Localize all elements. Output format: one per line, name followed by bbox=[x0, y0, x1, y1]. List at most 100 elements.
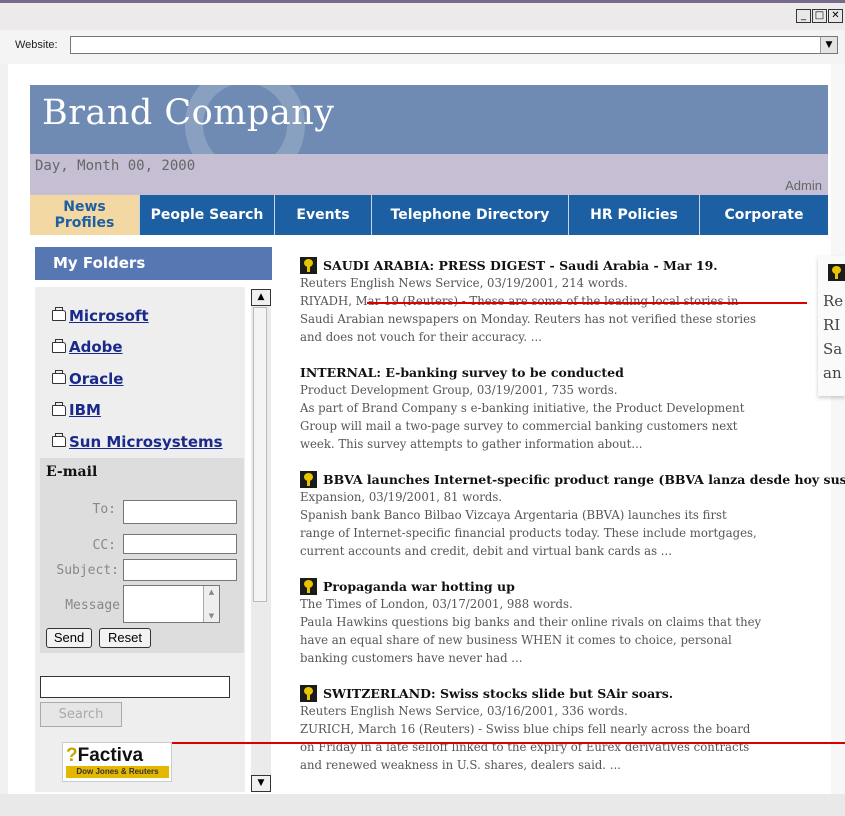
to-field[interactable] bbox=[123, 500, 237, 524]
headline-text: SAUDI ARABIA: PRESS DIGEST - Saudi Arabi… bbox=[323, 257, 718, 273]
tab-label: Profiles bbox=[54, 215, 115, 231]
search-button[interactable]: Search bbox=[40, 702, 122, 727]
callout-line: an bbox=[823, 364, 842, 382]
brand-title: Brand Company bbox=[42, 93, 335, 133]
scroll-thumb[interactable] bbox=[253, 307, 267, 602]
factiva-logo: ?Factiva Dow Jones & Reuters bbox=[62, 742, 172, 782]
folder-label: Sun Microsystems bbox=[69, 432, 223, 451]
folder-label: Oracle bbox=[69, 369, 124, 388]
main-nav: News Profiles People Search Events Telep… bbox=[30, 195, 828, 235]
brand-banner: Brand Company bbox=[30, 85, 828, 154]
scroll-down-button[interactable]: ▼ bbox=[251, 775, 271, 792]
key-icon bbox=[300, 470, 317, 488]
reset-button[interactable]: Reset bbox=[99, 628, 151, 648]
news-item: INTERNAL: E-banking survey to be conduct… bbox=[300, 363, 810, 470]
folder-microsoft[interactable]: Microsoft bbox=[52, 300, 223, 332]
email-title: E-mail bbox=[46, 464, 98, 480]
address-label: Website: bbox=[15, 39, 58, 51]
folder-ibm[interactable]: IBM bbox=[52, 395, 223, 427]
article-source: Product Development Group, 03/19/2001, 7… bbox=[300, 383, 618, 397]
window-controls: _ □ ✕ bbox=[796, 9, 843, 23]
tab-news-profiles[interactable]: News Profiles bbox=[30, 195, 140, 235]
article-source: Reuters English News Service, 03/19/2001… bbox=[300, 276, 628, 290]
article-headline-link[interactable]: SAUDI ARABIA: PRESS DIGEST - Saudi Arabi… bbox=[300, 256, 810, 274]
callout-line: Sa bbox=[823, 340, 843, 358]
callout-line: Re bbox=[823, 292, 844, 310]
tab-corporate[interactable]: Corporate bbox=[700, 195, 828, 235]
article-snippet-line: Paula Hawkins questions big banks and th… bbox=[300, 615, 762, 629]
folder-label: IBM bbox=[69, 401, 101, 420]
article-headline-link[interactable]: SWITZERLAND: Swiss stocks slide but SAir… bbox=[300, 684, 810, 702]
article-headline-link[interactable]: BBVA launches Internet-specific product … bbox=[300, 470, 845, 488]
cc-label: CC: bbox=[92, 538, 116, 553]
folder-icon bbox=[52, 338, 66, 353]
website-url-combobox[interactable]: ▼ bbox=[70, 36, 838, 54]
folder-icon bbox=[52, 433, 66, 448]
maximize-button[interactable]: □ bbox=[812, 9, 827, 23]
tab-label: Events bbox=[296, 207, 350, 223]
send-button[interactable]: Send bbox=[46, 628, 92, 648]
message-scrollbar[interactable]: ▲ ▼ bbox=[203, 586, 219, 622]
tab-label: Telephone Directory bbox=[390, 207, 550, 223]
key-icon bbox=[300, 256, 317, 274]
folder-sun-microsystems[interactable]: Sun Microsystems bbox=[52, 426, 223, 458]
folder-adobe[interactable]: Adobe bbox=[52, 332, 223, 364]
factiva-tagline: Dow Jones & Reuters bbox=[66, 766, 169, 778]
article-snippet-line: RIYADH, Mar 19 (Reuters) - These are som… bbox=[300, 294, 739, 308]
admin-link[interactable]: Admin bbox=[785, 178, 822, 193]
frame-left-edge bbox=[0, 64, 8, 794]
folder-icon bbox=[52, 307, 66, 322]
minimize-button[interactable]: _ bbox=[796, 9, 811, 23]
to-label: To: bbox=[92, 502, 116, 517]
tab-label: HR Policies bbox=[590, 207, 678, 223]
cc-field[interactable] bbox=[123, 534, 237, 554]
sidebar-scrollbar[interactable]: ▲ ▼ bbox=[251, 289, 271, 792]
article-snippet-line: As part of Brand Company s e-banking ini… bbox=[300, 401, 745, 415]
current-date: Day, Month 00, 2000 bbox=[35, 158, 196, 174]
annotation-line-bottom bbox=[172, 742, 845, 744]
article-snippet-line: current accounts and credit, debit and v… bbox=[300, 544, 672, 558]
article-headline-link[interactable]: Propaganda war hotting up bbox=[300, 577, 810, 595]
tab-people-search[interactable]: People Search bbox=[140, 195, 275, 235]
article-snippet-line: and renewed weakness in U.S. shares, dea… bbox=[300, 758, 621, 772]
search-input[interactable] bbox=[40, 676, 230, 698]
headline-text: Propaganda war hotting up bbox=[323, 578, 515, 594]
headline-text: INTERNAL: E-banking survey to be conduct… bbox=[300, 364, 624, 380]
status-bar bbox=[0, 794, 845, 816]
folder-icon bbox=[52, 370, 66, 385]
chevron-down-icon[interactable]: ▼ bbox=[820, 37, 837, 53]
message-textarea[interactable]: ▲ ▼ bbox=[123, 585, 220, 623]
date-band: Day, Month 00, 2000 Admin bbox=[30, 154, 828, 195]
key-icon bbox=[300, 684, 317, 702]
key-icon bbox=[300, 577, 317, 595]
folder-oracle[interactable]: Oracle bbox=[52, 363, 223, 395]
article-source: The Times of London, 03/17/2001, 988 wor… bbox=[300, 597, 573, 611]
factiva-word: Factiva bbox=[77, 745, 144, 766]
subject-field[interactable] bbox=[123, 559, 237, 581]
folder-icon bbox=[52, 401, 66, 416]
article-snippet-line: week. This survey attempts to gather inf… bbox=[300, 437, 643, 451]
news-item: Propaganda war hotting up The Times of L… bbox=[300, 577, 810, 684]
headline-text: SWITZERLAND: Swiss stocks slide but SAir… bbox=[323, 685, 674, 701]
chevron-down-icon: ▼ bbox=[208, 612, 215, 620]
article-headline-link[interactable]: INTERNAL: E-banking survey to be conduct… bbox=[300, 363, 810, 381]
article-snippet-line: range of Internet-specific financial pro… bbox=[300, 526, 757, 540]
close-button[interactable]: ✕ bbox=[828, 9, 843, 23]
tab-events[interactable]: Events bbox=[275, 195, 372, 235]
news-item: SAUDI ARABIA: PRESS DIGEST - Saudi Arabi… bbox=[300, 256, 810, 363]
message-label: Message bbox=[65, 598, 120, 613]
tab-label: News bbox=[63, 199, 106, 215]
factiva-wordmark: ?Factiva bbox=[66, 745, 143, 767]
callout-line: RI bbox=[823, 316, 841, 334]
article-snippet-line: Spanish bank Banco Bilbao Vizcaya Argent… bbox=[300, 508, 727, 522]
subject-label: Subject: bbox=[56, 563, 119, 578]
address-bar: Website: ▼ bbox=[0, 30, 845, 64]
tab-hr-policies[interactable]: HR Policies bbox=[569, 195, 700, 235]
tab-telephone-directory[interactable]: Telephone Directory bbox=[372, 195, 569, 235]
article-snippet-line: ZURICH, March 16 (Reuters) - Swiss blue … bbox=[300, 722, 751, 736]
window-title-bar: _ □ ✕ bbox=[0, 0, 845, 30]
article-source: Expansion, 03/19/2001, 81 words. bbox=[300, 490, 503, 504]
article-snippet-line: Saudi Arabian newspapers on Monday. Reut… bbox=[300, 312, 757, 326]
annotation-line-top bbox=[367, 302, 807, 304]
scroll-up-button[interactable]: ▲ bbox=[251, 289, 271, 306]
